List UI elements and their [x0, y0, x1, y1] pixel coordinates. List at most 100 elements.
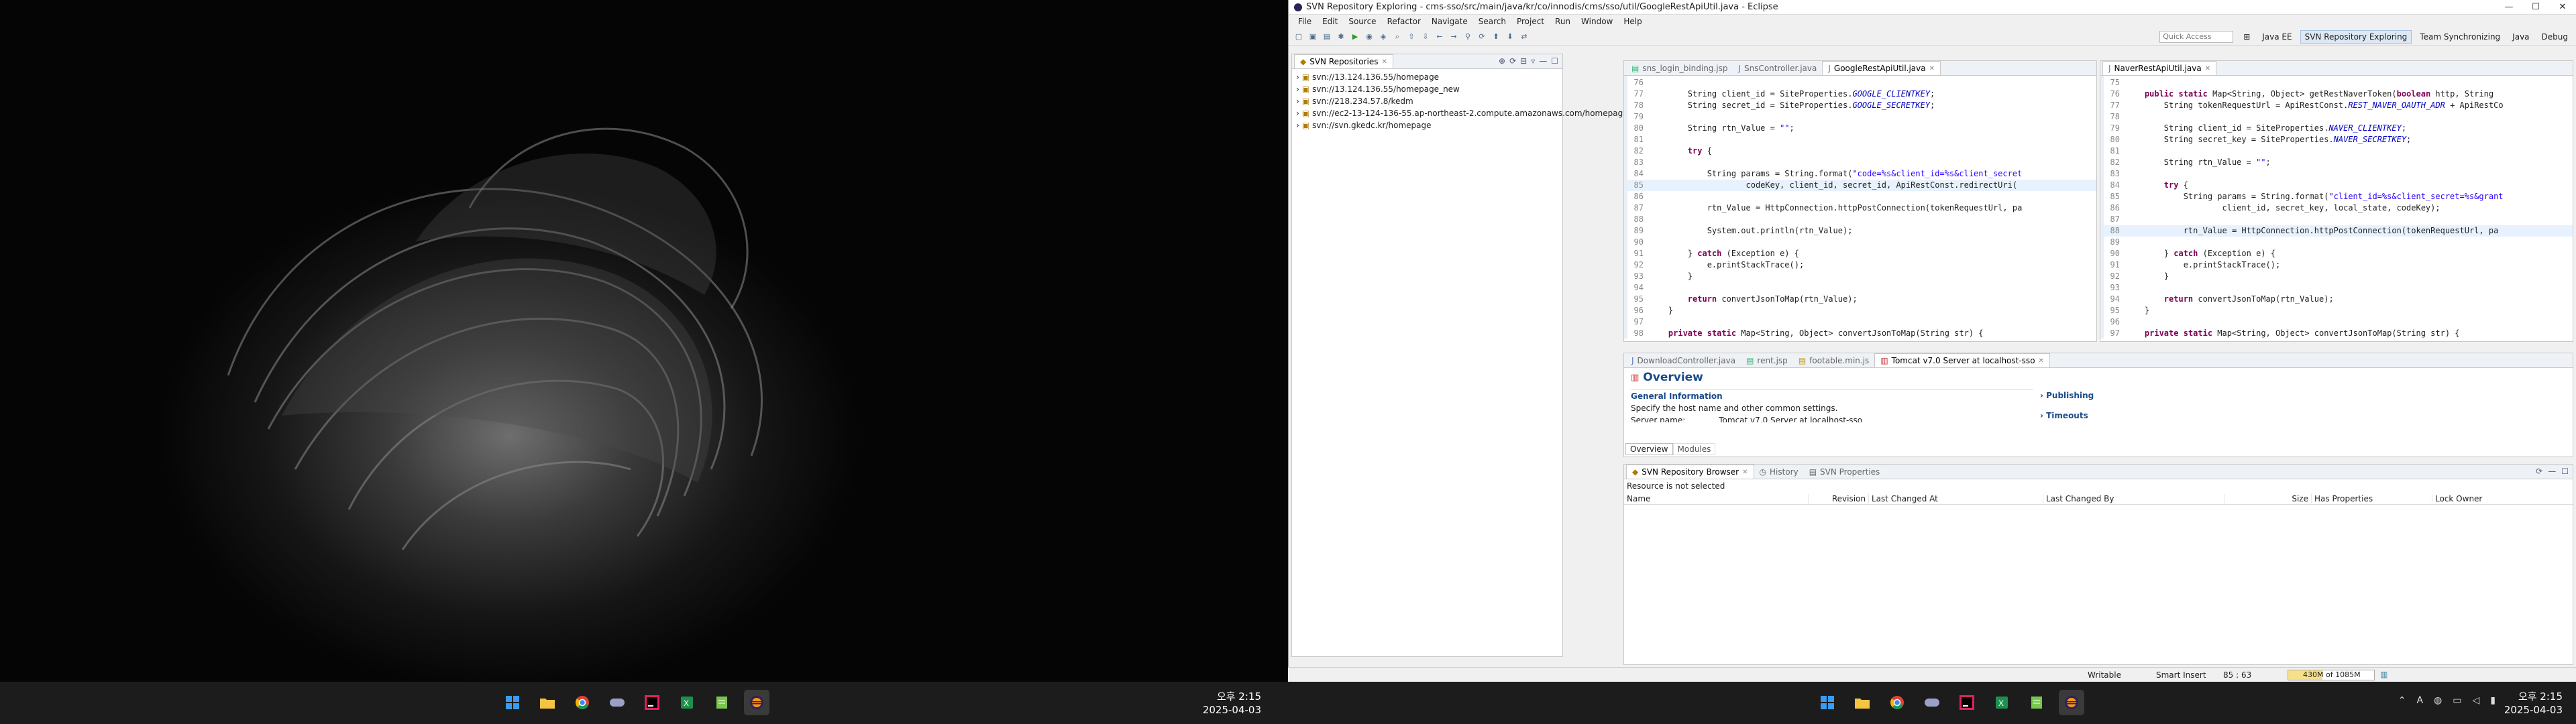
repo-tree-item[interactable]: › ▣ svn://svn.gkedc.kr/homepage — [1292, 119, 1562, 131]
code-line[interactable]: 77 String tokenRequestUrl = ApiRestConst… — [2104, 100, 2573, 111]
tab-rent-jsp[interactable]: ▤ rent.jsp — [1741, 354, 1793, 367]
tab-footable-js[interactable]: ▤ footable.min.js — [1793, 354, 1875, 367]
search-icon[interactable]: ⌕ — [1391, 31, 1403, 43]
repo-tree-item[interactable]: › ▣ svn://13.124.136.55/homepage_new — [1292, 83, 1562, 95]
code-line[interactable]: 88 — [1627, 214, 2096, 225]
run-gc-icon[interactable]: ▥ — [2380, 670, 2387, 679]
code-line[interactable]: 78 — [2104, 111, 2573, 123]
commit-icon[interactable]: ⬆ — [1490, 31, 1502, 43]
file-explorer-icon[interactable] — [1849, 690, 1875, 715]
minimize-icon[interactable]: — — [2548, 467, 2556, 476]
code-line[interactable]: 97 private static Map<String, Object> co… — [2104, 328, 2573, 339]
expand-arrow-icon[interactable]: › — [1296, 109, 1299, 118]
code-line[interactable]: 86 — [1627, 191, 2096, 202]
code-line[interactable]: 80 String secret_key = SiteProperties.NA… — [2104, 134, 2573, 145]
code-line[interactable]: 96 — [2104, 316, 2573, 328]
windows-start-icon[interactable] — [500, 690, 525, 715]
col-size[interactable]: Size — [2224, 493, 2312, 503]
discord-icon[interactable] — [604, 690, 630, 715]
col-revision[interactable]: Revision — [1809, 493, 1869, 503]
tab-sns-controller[interactable]: J SnsController.java — [1733, 62, 1822, 75]
tab-naver-rest-api-util[interactable]: J NaverRestApiUtil.java ✕ — [2102, 61, 2217, 75]
sync-icon[interactable]: ⟳ — [1476, 31, 1488, 43]
menu-search[interactable]: Search — [1473, 17, 1511, 26]
perspective-java-ee[interactable]: Java EE — [2258, 31, 2296, 43]
external-tools-icon[interactable]: ◉ — [1363, 31, 1375, 43]
eclipse-icon[interactable] — [744, 690, 769, 715]
general-title[interactable]: General Information — [1631, 391, 2033, 401]
open-type-icon[interactable]: ◈ — [1377, 31, 1389, 43]
back-icon[interactable]: ← — [1434, 31, 1446, 43]
code-line[interactable]: 81 — [2104, 145, 2573, 157]
code-line[interactable]: 83 — [1627, 157, 2096, 168]
tray-volume-icon[interactable]: ◁ — [2473, 695, 2480, 706]
window-titlebar[interactable]: SVN Repository Exploring - cms-sso/src/m… — [1289, 0, 2576, 15]
tab-svn-properties[interactable]: ▤ SVN Properties — [1804, 465, 1886, 479]
code-line[interactable]: 86 client_id, secret_key, local_state, c… — [2104, 202, 2573, 214]
refresh-icon[interactable]: ⟳ — [2536, 467, 2542, 476]
code-line[interactable]: 84 String params = String.format("code=%… — [1627, 168, 2096, 180]
code-line[interactable]: 91 e.printStackTrace(); — [2104, 259, 2573, 271]
tab-tomcat-server[interactable]: ▥ Tomcat v7.0 Server at localhost-sso ✕ — [1874, 353, 2050, 367]
tray-display-icon[interactable]: ▭ — [2453, 695, 2461, 706]
code-line[interactable]: 83 — [2104, 168, 2573, 180]
code-line[interactable]: 76 — [1627, 77, 2096, 88]
menu-help[interactable]: Help — [1618, 17, 1647, 26]
tray-chevron-up-icon[interactable]: ⌃ — [2398, 695, 2406, 706]
col-lock-owner[interactable]: Lock Owner — [2432, 494, 2546, 503]
expand-arrow-icon[interactable]: › — [1296, 84, 1299, 94]
col-last-changed-at[interactable]: Last Changed At — [1869, 493, 2043, 503]
notepad-icon[interactable] — [2024, 690, 2049, 715]
minimize-icon[interactable]: — — [1539, 56, 1547, 66]
code-line[interactable]: 93 — [2104, 282, 2573, 294]
save-icon[interactable]: ▣ — [1307, 31, 1319, 43]
menu-edit[interactable]: Edit — [1317, 17, 1343, 26]
excel-icon[interactable]: X — [674, 690, 700, 715]
refresh-icon[interactable]: ⟳ — [1509, 56, 1516, 66]
maximize-icon[interactable]: ☐ — [2522, 2, 2549, 12]
jetbrains-icon[interactable] — [1954, 690, 1980, 715]
code-line[interactable]: 88 rtn_Value = HttpConnection.httpPostCo… — [2104, 225, 2573, 237]
close-icon[interactable]: ✕ — [1929, 65, 1935, 72]
code-line[interactable]: 77 String client_id = SiteProperties.GOO… — [1627, 88, 2096, 100]
run-icon[interactable]: ▶ — [1349, 31, 1361, 43]
tab-overview[interactable]: Overview — [1625, 443, 1673, 455]
close-icon[interactable]: ✕ — [1382, 58, 1387, 66]
prev-annotation-icon[interactable]: ⇧ — [1405, 31, 1417, 43]
file-explorer-icon[interactable] — [535, 690, 560, 715]
code-line[interactable]: 84 try { — [2104, 180, 2573, 191]
col-name[interactable]: Name — [1624, 493, 1809, 503]
perspective-java[interactable]: Java — [2508, 31, 2533, 43]
code-line[interactable]: 89 System.out.println(rtn_Value); — [1627, 225, 2096, 237]
next-annotation-icon[interactable]: ⇩ — [1419, 31, 1432, 43]
update-icon[interactable]: ⬇ — [1504, 31, 1516, 43]
code-line[interactable]: 82 String rtn_Value = ""; — [2104, 157, 2573, 168]
debug-icon[interactable]: ✱ — [1335, 31, 1347, 43]
code-line[interactable]: 90 } catch (Exception e) { — [2104, 248, 2573, 259]
code-line[interactable]: 80 String rtn_Value = ""; — [1627, 123, 2096, 134]
code-line[interactable]: 94 — [1627, 282, 2096, 294]
code-line[interactable]: 79 — [1627, 111, 2096, 123]
menu-run[interactable]: Run — [1550, 17, 1576, 26]
code-line[interactable]: 97 — [1627, 316, 2096, 328]
forward-icon[interactable]: → — [1448, 31, 1460, 43]
code-line[interactable]: 94 return convertJsonToMap(rtn_Value); — [2104, 294, 2573, 305]
menu-refactor[interactable]: Refactor — [1382, 17, 1426, 26]
menu-project[interactable]: Project — [1511, 17, 1550, 26]
tab-svn-repository-browser[interactable]: ◆ SVN Repository Browser ✕ — [1626, 465, 1754, 479]
collapse-all-icon[interactable]: ⊟ — [1520, 56, 1527, 66]
minimize-icon[interactable]: — — [2496, 2, 2522, 12]
code-line[interactable]: 92 e.printStackTrace(); — [1627, 259, 2096, 271]
code-line[interactable]: 98 private static Map<String, Object> co… — [1627, 328, 2096, 339]
discord-icon[interactable] — [1919, 690, 1945, 715]
perspective-svn[interactable]: SVN Repository Exploring — [2300, 29, 2412, 44]
add-repo-icon[interactable]: ⊕ — [1499, 56, 1505, 66]
open-perspective-icon[interactable]: ⊞ — [2239, 31, 2254, 43]
repo-tree-item[interactable]: › ▣ svn://218.234.57.8/kedm — [1292, 95, 1562, 107]
quick-access-input[interactable]: Quick Access — [2159, 30, 2234, 43]
taskbar-clock[interactable]: 오후 2:15 2025-04-03 — [2504, 690, 2563, 717]
code-line[interactable]: 91 } catch (Exception e) { — [1627, 248, 2096, 259]
jetbrains-icon[interactable] — [639, 690, 665, 715]
col-last-changed-by[interactable]: Last Changed By — [2043, 493, 2224, 503]
code-line[interactable]: 81 — [1627, 134, 2096, 145]
